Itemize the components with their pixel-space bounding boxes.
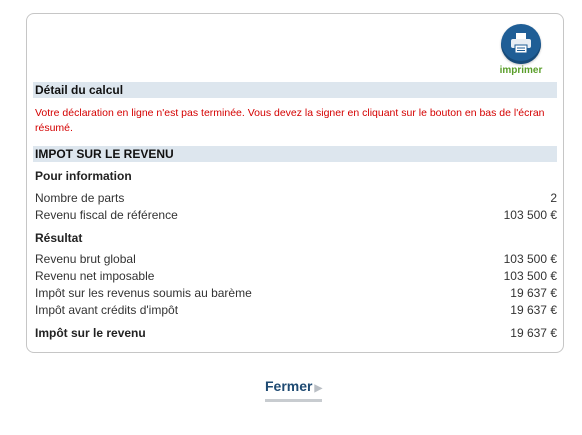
- warning-message: Votre déclaration en ligne n'est pas ter…: [35, 107, 545, 134]
- row-label: Impôt sur les revenus soumis au barème: [35, 286, 252, 300]
- row-label: Impôt avant crédits d'impôt: [35, 303, 179, 317]
- info-row-parts: Nombre de parts 2: [35, 190, 557, 206]
- info-row-fiscal-income: Revenu fiscal de référence 103 500 €: [35, 207, 557, 223]
- row-label: Revenu net imposable: [35, 269, 155, 283]
- row-label: Revenu fiscal de référence: [35, 208, 178, 222]
- result-row-scale-tax: Impôt sur les revenus soumis au barème 1…: [35, 285, 557, 301]
- row-value: 103 500 €: [503, 208, 557, 222]
- detail-section-header: Détail du calcul: [33, 82, 557, 98]
- result-row-gross-income: Revenu brut global 103 500 €: [35, 251, 557, 267]
- row-value: 19 637 €: [510, 303, 557, 317]
- info-heading: Pour information: [35, 169, 132, 183]
- row-value: 2: [550, 191, 557, 205]
- result-row-net-taxable: Revenu net imposable 103 500 €: [35, 268, 557, 284]
- row-label: Nombre de parts: [35, 191, 125, 205]
- total-value: 19 637 €: [510, 326, 557, 340]
- print-label: imprimer: [499, 65, 543, 76]
- close-label: Fermer: [265, 378, 313, 394]
- row-label: Revenu brut global: [35, 252, 136, 266]
- row-value: 103 500 €: [503, 252, 557, 266]
- arrow-right-icon: ▶: [314, 383, 323, 394]
- print-button[interactable]: imprimer: [494, 24, 548, 78]
- total-label: Impôt sur le revenu: [35, 326, 146, 340]
- result-heading: Résultat: [35, 231, 83, 245]
- row-value: 103 500 €: [503, 269, 557, 283]
- income-tax-section-header: IMPOT SUR LE REVENU: [33, 146, 557, 162]
- result-row-tax-before-credits: Impôt avant crédits d'impôt 19 637 €: [35, 302, 557, 318]
- printer-icon: [501, 24, 541, 64]
- row-value: 19 637 €: [510, 286, 557, 300]
- total-tax-row: Impôt sur le revenu 19 637 €: [35, 325, 557, 341]
- close-button[interactable]: Fermer ▶: [265, 378, 323, 402]
